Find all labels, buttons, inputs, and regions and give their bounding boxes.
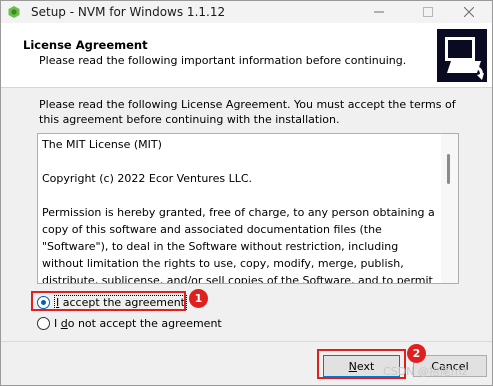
- annotation-highlight-accept: [31, 291, 186, 311]
- intro-text: Please read the following License Agreem…: [39, 98, 456, 126]
- footer-divider: [1, 341, 492, 342]
- decline-label[interactable]: I do not accept the agreement: [54, 317, 222, 330]
- decline-option[interactable]: I do not accept the agreement: [37, 317, 222, 330]
- page-title: License Agreement: [23, 38, 148, 52]
- page-subtitle: Please read the following important info…: [39, 54, 407, 67]
- license-textbox[interactable]: The MIT License (MIT) Copyright (c) 2022…: [37, 133, 459, 284]
- watermark: CSDN @抬尾mz: [383, 365, 468, 378]
- nvm-setup-icon: [8, 6, 20, 18]
- wizard-header: License Agreement Please read the follow…: [1, 23, 492, 88]
- setup-window: Setup - NVM for Windows 1.1.12 License A…: [0, 0, 493, 386]
- minimize-button[interactable]: [356, 1, 402, 23]
- close-icon: [464, 7, 474, 17]
- minimize-icon: [374, 11, 384, 13]
- installer-logo-icon: [437, 29, 487, 82]
- close-button[interactable]: [446, 1, 492, 23]
- license-text: The MIT License (MIT) Copyright (c) 2022…: [42, 138, 435, 284]
- title-bar: Setup - NVM for Windows 1.1.12: [1, 1, 492, 23]
- annotation-badge-1: 1: [189, 289, 208, 308]
- window-title: Setup - NVM for Windows 1.1.12: [31, 5, 226, 19]
- annotation-badge-2: 2: [407, 344, 426, 363]
- maximize-button[interactable]: [405, 1, 451, 23]
- license-scrollbar[interactable]: [441, 134, 458, 283]
- maximize-icon: [423, 7, 433, 17]
- scroll-thumb[interactable]: [447, 154, 450, 184]
- decline-radio[interactable]: [37, 317, 50, 330]
